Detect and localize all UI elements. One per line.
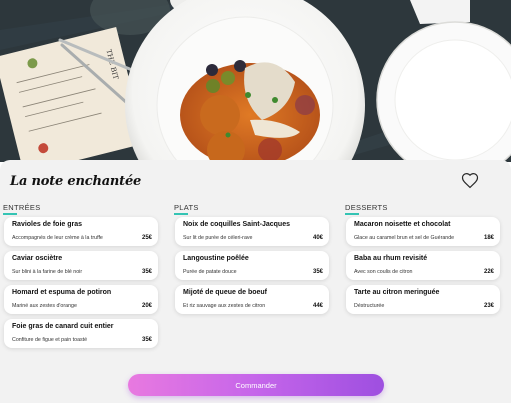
menu-item-card[interactable]: Mijoté de queue de boeuf Et riz sauvage … (175, 285, 329, 314)
order-button[interactable]: Commander (128, 374, 384, 396)
menu-item-desc: Glace au caramel brun et sel de Guérande (354, 235, 455, 241)
menu-item-name: Macaron noisette et chocolat (354, 221, 451, 228)
menu-item-desc: Et riz sauvage aux zestes de citron (183, 303, 266, 309)
menu-item-desc: Avec son coulis de citron (354, 269, 413, 275)
menu-item-desc: Sur lit de purée de céleri-rave (183, 235, 253, 241)
menu-item-card[interactable]: Caviar osciètre Sur blini à la farine de… (4, 251, 158, 280)
menu-item-price: 18€ (483, 235, 494, 241)
menu-panel (0, 160, 511, 403)
menu-item-desc: Mariné aux zestes d'orange (12, 303, 77, 309)
menu-item-card[interactable]: Foie gras de canard cuit entier Confitur… (4, 319, 158, 348)
menu-item-card[interactable]: Macaron noisette et chocolat Glace au ca… (346, 217, 500, 246)
heart-icon[interactable] (461, 172, 479, 190)
menu-item-desc: Sur blini à la farine de blé noir (12, 269, 83, 275)
menu-item-price: 35€ (141, 337, 152, 343)
menu-item-desc: Déstructurée (354, 303, 385, 309)
menu-item-name: Langoustine poêlée (183, 255, 249, 262)
hero-photo: THE BIT (0, 0, 511, 162)
menu-item-name: Noix de coquilles Saint-Jacques (183, 221, 290, 228)
menu-item-name: Foie gras de canard cuit entier (12, 323, 114, 330)
menu-item-card[interactable]: Baba au rhum revisité Avec son coulis de… (346, 251, 500, 280)
menu-item-price: 35€ (312, 269, 323, 275)
menu-item-desc: Purée de patate douce (183, 269, 237, 275)
menu-item-price: 44€ (312, 303, 323, 309)
menu-item-price: 22€ (483, 269, 494, 275)
menu-item-name: Mijoté de queue de boeuf (183, 289, 268, 296)
menu-item-desc: Accompagnés de leur crème à la truffe (12, 235, 103, 241)
menu-item-card[interactable]: Ravioles de foie gras Accompagnés de leu… (4, 217, 158, 246)
menu-item-name: Tarte au citron meringuée (354, 289, 440, 296)
section-title-desserts: DESSERTS (345, 203, 388, 215)
menu-item-desc: Confiture de figue et pain toasté (12, 337, 88, 343)
section-title-starters: ENTRÉES (3, 203, 41, 215)
food-plate-image: THE BIT (0, 0, 511, 162)
menu-item-price: 23€ (483, 303, 494, 309)
menu-item-price: 25€ (141, 235, 152, 241)
menu-item-name: Ravioles de foie gras (12, 221, 83, 228)
menu-item-name: Baba au rhum revisité (354, 255, 428, 262)
menu-item-price: 35€ (141, 269, 152, 275)
menu-item-card[interactable]: Tarte au citron meringuée Déstructurée 2… (346, 285, 500, 314)
menu-item-card[interactable]: Langoustine poêlée Purée de patate douce… (175, 251, 329, 280)
menu-item-name: Homard et espuma de potiron (12, 289, 112, 296)
menu-item-price: 20€ (141, 303, 152, 309)
menu-item-price: 40€ (312, 235, 323, 241)
menu-item-card[interactable]: Noix de coquilles Saint-Jacques Sur lit … (175, 217, 329, 246)
restaurant-title: La note enchantée (10, 174, 142, 189)
menu-item-name: Caviar osciètre (12, 255, 63, 262)
section-title-mains: PLATS (174, 203, 199, 215)
menu-item-card[interactable]: Homard et espuma de potiron Mariné aux z… (4, 285, 158, 314)
